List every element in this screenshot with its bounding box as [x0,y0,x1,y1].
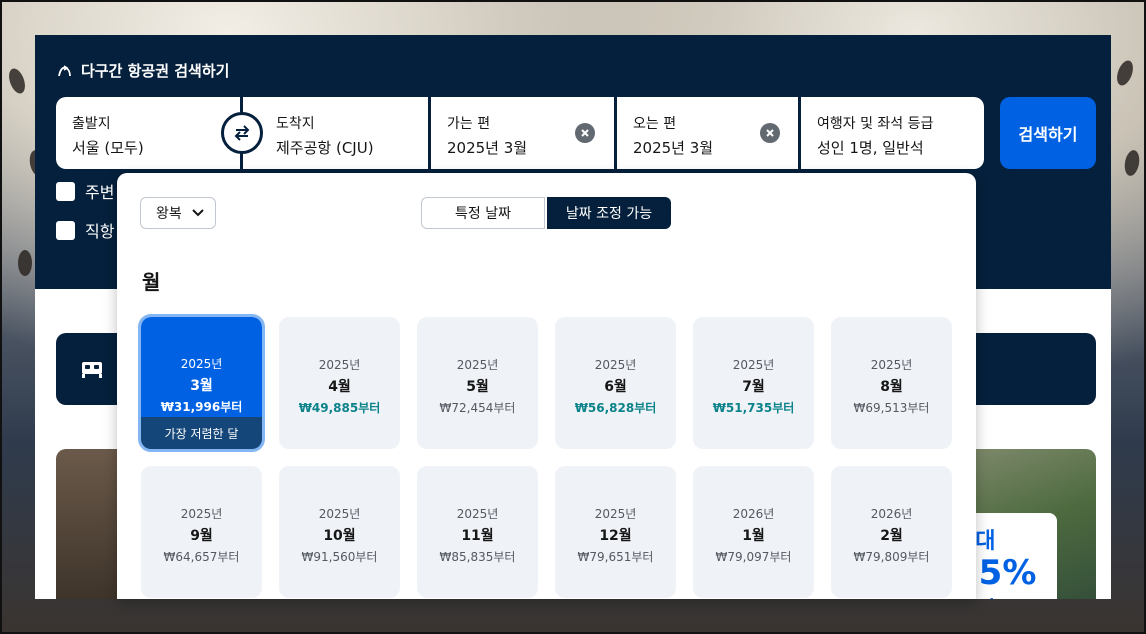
month-year: 2025년 [594,507,637,521]
origin-value: 서울 (모두) [72,139,144,157]
trip-type-value: 왕복 [156,206,182,222]
checkbox-box[interactable] [56,181,75,201]
close-icon [766,129,774,137]
month-heading: 월 [142,270,161,294]
panel-title-text: 다구간 항공권 검색하기 [81,62,230,80]
month-card[interactable]: 2025년 12월 ₩79,651부터 [555,466,676,598]
month-year: 2025년 [180,357,223,371]
month-card[interactable]: 2025년 5월 ₩72,454부터 [417,317,538,449]
swap-button[interactable] [221,112,263,154]
month-price: ₩79,651부터 [577,550,654,564]
month-name: 6월 [604,379,627,395]
month-name: 10월 [323,528,356,544]
month-year: 2025년 [318,358,361,372]
cheapest-month-badge: 가장 저렴한 달 [141,417,262,449]
month-name: 11월 [461,528,494,544]
month-year: 2025년 [870,358,913,372]
panel-title[interactable]: 다구간 항공권 검색하기 [57,60,229,81]
month-name: 7월 [742,379,765,395]
month-price: ₩85,835부터 [439,550,516,564]
origin-label: 출발지 [72,116,111,132]
month-card[interactable]: 2025년 9월 ₩64,657부터 [141,466,262,598]
month-price: ₩56,828부터 [574,401,657,415]
swap-icon [234,125,250,141]
month-card[interactable]: 2026년 2월 ₩79,809부터 [831,466,952,598]
month-price: ₩69,513부터 [853,401,930,415]
month-price: ₩31,996부터 [160,400,243,414]
destination-value: 제주공항 (CJU) [276,139,374,157]
depart-value: 2025년 3월 [447,139,528,157]
month-name: 1월 [742,528,765,544]
month-year: 2025년 [456,507,499,521]
direct-flights-checkbox[interactable]: 직항 [56,218,114,242]
month-card[interactable]: 2025년 7월 ₩51,735부터 [693,317,814,449]
destination-label: 도착지 [276,116,315,132]
month-card[interactable]: 2025년 10월 ₩91,560부터 [279,466,400,598]
tab-specific-date[interactable]: 특정 날짜 [421,197,545,229]
month-card[interactable]: 2025년 11월 ₩85,835부터 [417,466,538,598]
month-price: ₩49,885부터 [298,401,381,415]
clear-depart-button[interactable] [575,123,595,143]
month-price: ₩91,560부터 [301,550,378,564]
month-price: ₩79,809부터 [853,550,930,564]
nearby-airports-checkbox[interactable]: 주변 [56,179,114,203]
return-value: 2025년 3월 [633,139,714,157]
clear-return-button[interactable] [760,123,780,143]
month-card[interactable]: 2026년 1월 ₩79,097부터 [693,466,814,598]
month-year: 2025년 [732,358,775,372]
month-name: 2월 [880,528,903,544]
chevron-down-icon [192,209,204,217]
month-card[interactable]: 2025년 6월 ₩56,828부터 [555,317,676,449]
month-card[interactable]: 2025년 4월 ₩49,885부터 [279,317,400,449]
checkbox-box[interactable] [56,220,75,240]
month-year: 2025년 [594,358,637,372]
month-price: ₩64,657부터 [163,550,240,564]
travellers-field[interactable]: 여행자 및 좌석 등급 성인 1명, 일반석 [801,97,984,169]
nearby-label: 주변 [85,183,115,202]
month-name: 4월 [328,379,351,395]
month-price: ₩51,735부터 [712,401,795,415]
origin-field[interactable]: 출발지 서울 (모두) [56,97,240,169]
month-name: 8월 [880,379,903,395]
multi-city-icon [58,64,71,76]
month-price: ₩72,454부터 [439,401,516,415]
month-name: 3월 [190,378,213,394]
month-year: 2025년 [456,358,499,372]
month-card[interactable]: 2025년 3월 ₩31,996부터가장 저렴한 달 [138,314,265,452]
direct-label: 직항 [85,222,115,241]
search-button[interactable]: 검색하기 [1000,97,1096,169]
bed-icon [82,362,102,378]
month-year: 2025년 [318,507,361,521]
month-year: 2025년 [180,507,223,521]
month-price: ₩79,097부터 [715,550,792,564]
trip-type-select[interactable]: 왕복 [140,197,216,229]
travellers-value: 성인 1명, 일반석 [817,139,924,157]
destination-field[interactable]: 도착지 제주공항 (CJU) [243,97,428,169]
month-card[interactable]: 2025년 8월 ₩69,513부터 [831,317,952,449]
tab-flexible-date[interactable]: 날짜 조정 가능 [547,197,671,229]
month-name: 9월 [190,528,213,544]
month-year: 2026년 [870,507,913,521]
month-name: 12월 [599,528,632,544]
travellers-label: 여행자 및 좌석 등급 [817,116,934,132]
month-name: 5월 [466,379,489,395]
close-icon [581,129,589,137]
month-year: 2026년 [732,507,775,521]
